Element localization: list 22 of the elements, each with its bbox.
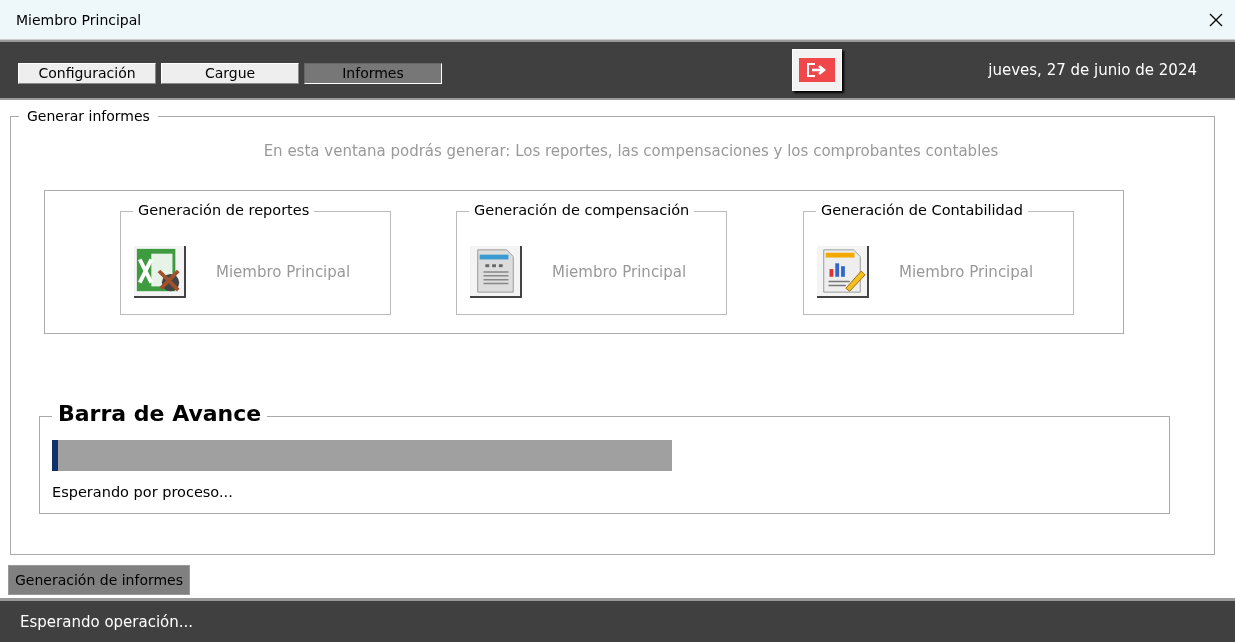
spreadsheet-tools-icon bbox=[134, 246, 186, 298]
intro-text: En esta ventana podrás generar: Los reportes, las compensaciones y los comprobantes contables bbox=[262, 142, 1000, 160]
document-icon bbox=[470, 246, 522, 298]
card-label[interactable]: Miembro Principal bbox=[899, 263, 1034, 281]
tab[interactable]: Informes bbox=[304, 62, 442, 84]
close-icon bbox=[1209, 12, 1223, 27]
tab[interactable]: Configuración bbox=[18, 62, 156, 84]
date-label: jueves, 27 de junio de 2024 bbox=[988, 61, 1197, 79]
card-title: Generación de compensación bbox=[469, 202, 695, 218]
card-title: Generación de Contabilidad bbox=[816, 202, 1028, 218]
panel-title: Generar informes bbox=[19, 108, 158, 124]
progress-message: Esperando por proceso... bbox=[52, 484, 234, 500]
status-text: Esperando operación... bbox=[20, 612, 194, 631]
exit-icon bbox=[799, 58, 835, 82]
card-label[interactable]: Miembro Principal bbox=[552, 263, 687, 281]
card-label[interactable]: Miembro Principal bbox=[216, 263, 351, 281]
tab[interactable]: Generación de informes bbox=[8, 565, 191, 595]
card-title: Generación de reportes bbox=[133, 202, 315, 218]
exit-button[interactable] bbox=[792, 49, 842, 91]
chart-report-pencil-icon bbox=[817, 246, 869, 298]
tab[interactable]: Cargue bbox=[161, 62, 299, 84]
window-title: Miembro Principal bbox=[16, 11, 142, 28]
